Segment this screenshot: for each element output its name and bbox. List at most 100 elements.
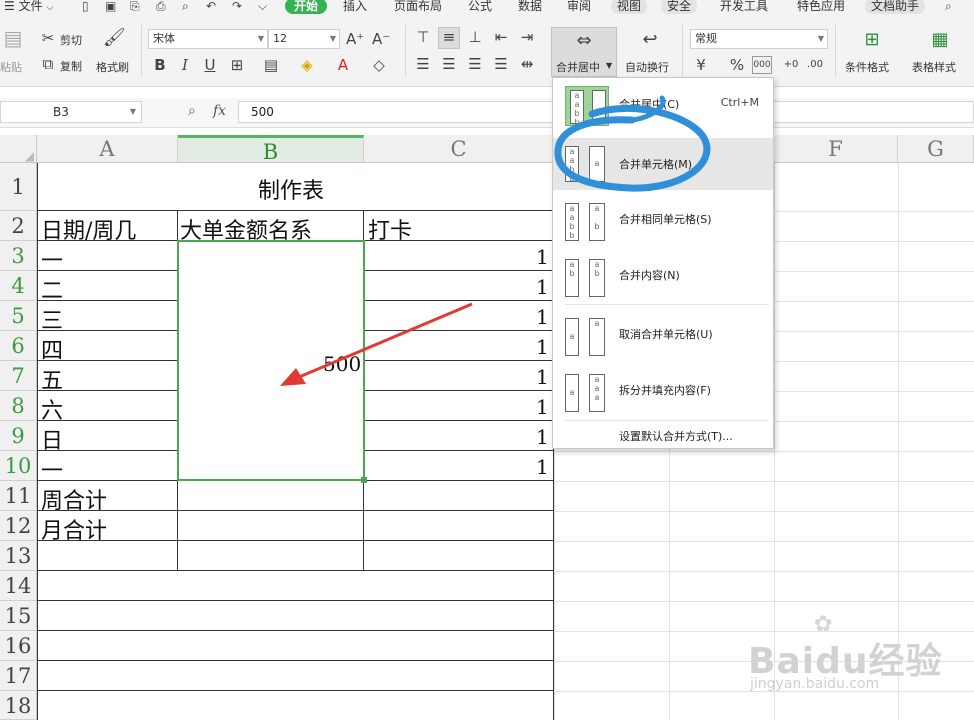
table-cell[interactable]: 周合计 [41, 483, 107, 515]
fx-icon[interactable]: fx [213, 103, 226, 119]
row-header[interactable]: 15 [0, 601, 37, 631]
font-size-select[interactable]: 12 ▼ [268, 29, 340, 49]
table-cell[interactable]: 三 [41, 303, 63, 335]
distributed-icon[interactable]: ⇹ [518, 55, 536, 73]
row-header[interactable]: 13 [0, 541, 37, 571]
header-cell-date[interactable]: 日期/周几 [41, 213, 136, 245]
row-header[interactable]: 8 [0, 391, 37, 421]
table-cell[interactable]: 六 [41, 393, 63, 425]
paste-button[interactable]: 粘贴 [0, 59, 22, 75]
increase-font-icon[interactable]: A⁺ [346, 30, 364, 48]
tab-data[interactable]: 数据 [518, 0, 542, 14]
row-header[interactable]: 2 [0, 211, 37, 241]
row-header[interactable]: 16 [0, 631, 37, 661]
tab-doc-assistant[interactable]: 文档助手 [865, 0, 926, 14]
header-cell-checkin[interactable]: 打卡 [368, 213, 412, 245]
table-cell[interactable]: 1 [536, 365, 549, 389]
undo-icon[interactable]: ↶ [206, 0, 216, 13]
row-header[interactable]: 12 [0, 511, 37, 541]
table-cell[interactable]: 1 [536, 455, 549, 479]
copy-button[interactable]: 复制 [60, 58, 82, 74]
tab-features[interactable]: 特色应用 [797, 0, 845, 14]
align-top-icon[interactable]: ⊤ [414, 28, 432, 46]
table-cell[interactable]: 1 [536, 395, 549, 419]
column-header-g[interactable]: G [898, 135, 974, 163]
print-icon[interactable]: ⎙ [156, 0, 166, 14]
indent-increase-icon[interactable]: ⇥ [518, 28, 536, 46]
menu-item-unmerge[interactable]: a a 取消合并单元格(U) [553, 310, 773, 358]
paste-icon[interactable]: ▤ [2, 28, 24, 48]
row-header[interactable]: 3 [0, 241, 37, 271]
column-header-f[interactable]: F [774, 135, 898, 163]
align-right-icon[interactable]: ☰ [466, 55, 484, 73]
table-cell[interactable]: 一 [41, 243, 63, 275]
border-icon[interactable]: ⊞ [228, 56, 246, 74]
customize-icon[interactable]: ⌵ [258, 0, 267, 14]
percent-button[interactable]: % [728, 56, 746, 74]
menu-item-merge-content[interactable]: ab ab 合并内容(N) [553, 251, 773, 299]
row-header[interactable]: 1 [0, 163, 37, 211]
decrease-decimal-button[interactable]: .00 [804, 56, 826, 74]
fill-color-icon[interactable]: ◈ [298, 56, 316, 74]
fill-handle[interactable] [361, 477, 367, 483]
font-color-icon[interactable]: A [334, 56, 352, 74]
table-cell[interactable]: 1 [536, 305, 549, 329]
tab-developer[interactable]: 开发工具 [720, 0, 768, 14]
column-header-c[interactable]: C [364, 135, 554, 163]
redo-icon[interactable]: ↷ [232, 0, 242, 13]
row-header[interactable]: 7 [0, 361, 37, 391]
row-header[interactable]: 10 [0, 451, 37, 481]
zoom-icon[interactable]: ⌕ [188, 103, 196, 119]
table-cell[interactable]: 二 [41, 273, 63, 305]
table-cell[interactable]: 1 [536, 425, 549, 449]
align-bottom-icon[interactable]: ⊥ [466, 28, 484, 46]
table-style-button[interactable]: 表格样式 [912, 59, 956, 75]
name-box[interactable]: B3 ▼ [0, 101, 142, 123]
align-left-icon[interactable]: ☰ [414, 55, 432, 73]
table-cell[interactable]: 五 [41, 363, 63, 395]
row-header[interactable]: 5 [0, 301, 37, 331]
row-header[interactable]: 11 [0, 481, 37, 511]
select-all-corner[interactable]: ◢ [0, 135, 37, 163]
indent-decrease-icon[interactable]: ⇤ [492, 28, 510, 46]
format-painter-button[interactable]: 格式刷 [96, 59, 129, 75]
decrease-font-icon[interactable]: A⁻ [372, 30, 390, 48]
font-name-select[interactable]: 宋体 ▼ [148, 29, 268, 49]
column-header-b[interactable]: B [178, 135, 364, 164]
justify-icon[interactable]: ☰ [492, 55, 510, 73]
thousands-button[interactable]: 000 [752, 56, 772, 74]
tab-insert[interactable]: 插入 [343, 0, 367, 14]
column-header-a[interactable]: A [37, 135, 178, 163]
table-cell[interactable]: 1 [536, 245, 549, 269]
wrap-text-button[interactable]: 自动换行 [625, 59, 669, 75]
table-cell[interactable]: 一 [41, 453, 63, 485]
table-cell[interactable]: 1 [536, 335, 549, 359]
tab-review[interactable]: 审阅 [567, 0, 591, 14]
merge-center-button[interactable]: ⇔ 合并居中 ▼ [551, 27, 617, 77]
tab-view[interactable]: 视图 [611, 0, 648, 14]
underline-button[interactable]: U [201, 56, 219, 74]
search-icon[interactable]: ⌕ [945, 0, 952, 14]
table-cell[interactable]: 四 [41, 333, 63, 365]
cell-style-icon[interactable]: ▤ [262, 56, 280, 74]
sheet-title-cell[interactable]: 制作表 [258, 173, 324, 205]
number-format-select[interactable]: 常规 ▼ [690, 29, 828, 49]
align-middle-icon[interactable]: ≡ [438, 27, 460, 49]
file-menu[interactable]: ☰ 文件 ⌵ [4, 0, 53, 14]
row-header[interactable]: 18 [0, 691, 37, 720]
row-header[interactable]: 17 [0, 661, 37, 691]
table-cell[interactable]: 月合计 [41, 513, 107, 545]
menu-item-split-fill[interactable]: a aaa 拆分并填充内容(F) [553, 366, 773, 414]
new-doc-icon[interactable]: ▯ [82, 0, 89, 13]
table-cell[interactable]: 1 [536, 275, 549, 299]
row-header[interactable]: 6 [0, 331, 37, 361]
cut-button[interactable]: 剪切 [60, 32, 82, 48]
save-icon[interactable]: ▣ [105, 0, 116, 13]
tab-security[interactable]: 安全 [661, 0, 698, 14]
conditional-format-button[interactable]: 条件格式 [845, 59, 889, 75]
menu-item-default-merge[interactable]: 设置默认合并方式(T)... [553, 424, 773, 448]
eraser-icon[interactable]: ◇ [370, 56, 388, 74]
export-pdf-icon[interactable]: ⎘ [130, 0, 140, 14]
row-header[interactable]: 9 [0, 421, 37, 451]
increase-decimal-button[interactable]: +0 [780, 56, 802, 74]
